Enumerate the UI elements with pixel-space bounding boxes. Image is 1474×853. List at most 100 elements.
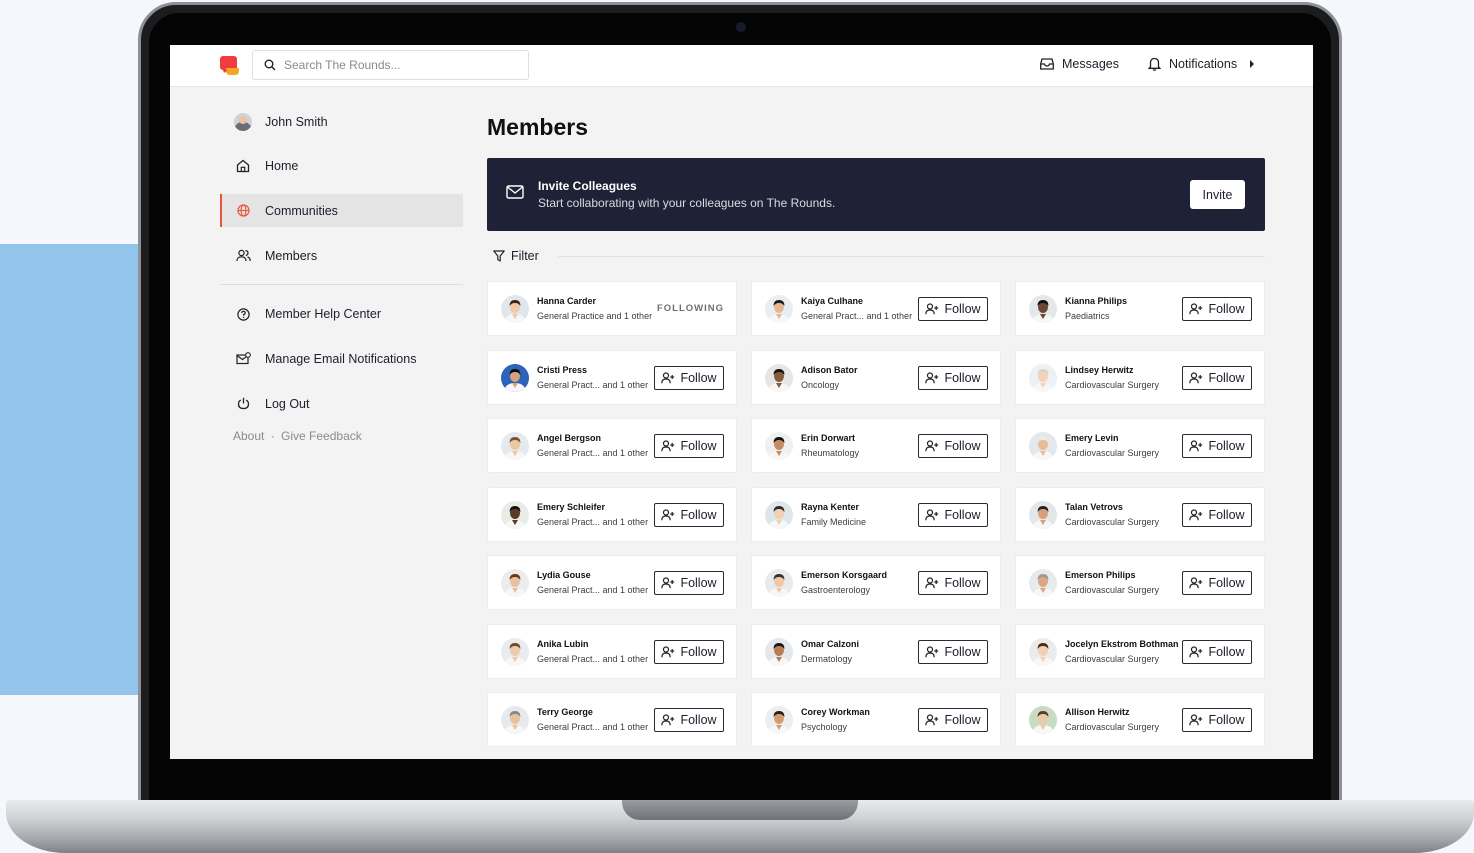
member-name[interactable]: Omar Calzoni: [801, 639, 859, 649]
follow-button[interactable]: Follow: [1182, 297, 1252, 321]
member-card[interactable]: Allison Herwitz Cardiovascular Surgery Fol…: [1015, 692, 1265, 747]
member-name[interactable]: Cristi Press: [537, 365, 587, 375]
messages-link[interactable]: Messages: [1040, 57, 1119, 71]
member-avatar[interactable]: [1029, 637, 1057, 666]
app-logo-icon[interactable]: [220, 56, 239, 75]
member-card[interactable]: Rayna Kenter Family Medicine Follow: [751, 486, 1001, 542]
member-card[interactable]: Kaiya Culhane General Pract... and 1 othe…: [751, 281, 1001, 336]
follow-button[interactable]: Follow: [1182, 639, 1252, 664]
member-avatar[interactable]: [1029, 295, 1057, 323]
member-card[interactable]: Hanna Carder General Practice and 1 other…: [487, 281, 737, 336]
member-card[interactable]: Erin Dorwart Rheumatology Follow: [751, 418, 1001, 473]
member-card[interactable]: Emery Schleifer General Pract... and 1 ot…: [487, 486, 737, 542]
notifications-link[interactable]: Notifications: [1148, 57, 1255, 71]
member-avatar[interactable]: [1029, 363, 1057, 392]
follow-button[interactable]: Follow: [1182, 502, 1252, 527]
follow-button[interactable]: Follow: [654, 502, 724, 527]
follow-button[interactable]: Follow: [1182, 434, 1252, 458]
search-box[interactable]: [252, 50, 529, 80]
member-avatar[interactable]: [1029, 500, 1057, 529]
member-card[interactable]: Corey Workman Psychology Follow: [751, 692, 1001, 747]
member-name[interactable]: Emerson Korsgaard: [801, 570, 887, 580]
member-avatar[interactable]: [501, 432, 529, 460]
member-avatar[interactable]: [765, 295, 793, 323]
member-card[interactable]: Omar Calzoni Dermatology Follow: [751, 623, 1001, 679]
sidebar-item-communities[interactable]: Communities: [220, 194, 463, 228]
member-name[interactable]: Emery Schleifer: [537, 502, 605, 512]
member-name[interactable]: Emerson Philips: [1065, 570, 1136, 580]
member-avatar[interactable]: [765, 432, 793, 460]
member-card[interactable]: Jocelyn Ekstrom Bothman Cardiovascular Su…: [1015, 623, 1265, 679]
follow-button[interactable]: Follow: [918, 571, 988, 595]
member-avatar[interactable]: [765, 363, 793, 392]
member-name[interactable]: Jocelyn Ekstrom Bothman: [1065, 639, 1179, 649]
member-avatar[interactable]: [501, 363, 529, 392]
follow-button[interactable]: Follow: [918, 365, 988, 390]
follow-button[interactable]: Follow: [918, 708, 988, 732]
member-card[interactable]: Emerson Korsgaard Gastroenterology Follow: [751, 555, 1001, 610]
follow-button[interactable]: Follow: [654, 434, 724, 458]
member-card[interactable]: Cristi Press General Pract... and 1 other…: [487, 349, 737, 405]
follow-button[interactable]: Follow: [654, 365, 724, 390]
follow-button[interactable]: Follow: [1182, 708, 1252, 732]
search-input[interactable]: [284, 56, 519, 74]
sidebar-item-home[interactable]: Home: [220, 150, 463, 183]
member-name[interactable]: Lindsey Herwitz: [1065, 365, 1134, 375]
member-card[interactable]: Emery Levin Cardiovascular Surgery Follow: [1015, 418, 1265, 473]
sidebar-item-members[interactable]: Members: [220, 239, 463, 272]
sidebar-item-email-notifications[interactable]: Manage Email Notifications: [220, 342, 463, 375]
sidebar-item-log-out[interactable]: Log Out: [220, 387, 463, 420]
invite-button[interactable]: Invite: [1190, 180, 1245, 209]
member-card[interactable]: Adison Bator Oncology Follow: [751, 349, 1001, 405]
follow-button[interactable]: Follow: [1182, 571, 1252, 595]
member-name[interactable]: Corey Workman: [801, 707, 870, 717]
member-avatar[interactable]: [501, 637, 529, 666]
member-name[interactable]: Adison Bator: [801, 365, 858, 375]
sidebar-item-profile[interactable]: John Smith: [220, 105, 463, 138]
member-name[interactable]: Talan Vetrovs: [1065, 502, 1123, 512]
member-avatar[interactable]: [765, 500, 793, 529]
member-name[interactable]: Rayna Kenter: [801, 502, 859, 512]
member-avatar[interactable]: [765, 706, 793, 734]
follow-button[interactable]: Follow: [654, 708, 724, 732]
member-name[interactable]: Angel Bergson: [537, 433, 601, 443]
about-link[interactable]: About: [233, 429, 264, 443]
filter-button[interactable]: Filter: [493, 249, 539, 263]
sidebar-item-help-center[interactable]: Member Help Center: [220, 298, 463, 331]
member-card[interactable]: Emerson Philips Cardiovascular Surgery Fol…: [1015, 555, 1265, 610]
member-card[interactable]: Lindsey Herwitz Cardiovascular Surgery Fol…: [1015, 349, 1265, 405]
member-avatar[interactable]: [765, 637, 793, 666]
follow-button[interactable]: Follow: [918, 434, 988, 458]
member-card[interactable]: Terry George General Pract... and 1 other…: [487, 692, 737, 747]
member-name[interactable]: Terry George: [537, 707, 593, 717]
member-avatar[interactable]: [501, 569, 529, 597]
member-avatar[interactable]: [1029, 706, 1057, 734]
member-avatar[interactable]: [1029, 432, 1057, 460]
member-avatar[interactable]: [1029, 569, 1057, 597]
member-card[interactable]: Anika Lubin General Pract... and 1 other F…: [487, 623, 737, 679]
follow-button[interactable]: Follow: [918, 502, 988, 527]
member-card[interactable]: Talan Vetrovs Cardiovascular Surgery Follo…: [1015, 486, 1265, 542]
member-name[interactable]: Lydia Gouse: [537, 570, 591, 580]
member-name[interactable]: Hanna Carder: [537, 296, 596, 306]
member-card[interactable]: Angel Bergson General Pract... and 1 othe…: [487, 418, 737, 473]
give-feedback-link[interactable]: Give Feedback: [281, 429, 362, 443]
member-name[interactable]: Anika Lubin: [537, 639, 589, 649]
follow-button[interactable]: Follow: [918, 297, 988, 321]
follow-button[interactable]: Follow: [1182, 365, 1252, 390]
member-avatar[interactable]: [501, 500, 529, 529]
member-name[interactable]: Kianna Philips: [1065, 296, 1127, 306]
member-name[interactable]: Erin Dorwart: [801, 433, 855, 443]
member-avatar[interactable]: [501, 295, 529, 323]
member-card[interactable]: Lydia Gouse General Pract... and 1 other F…: [487, 555, 737, 610]
member-name[interactable]: Emery Levin: [1065, 433, 1119, 443]
following-status[interactable]: FOLLOWING: [657, 303, 724, 314]
member-avatar[interactable]: [501, 706, 529, 734]
member-name[interactable]: Allison Herwitz: [1065, 707, 1130, 717]
follow-button[interactable]: Follow: [654, 571, 724, 595]
follow-button[interactable]: Follow: [654, 639, 724, 664]
member-card[interactable]: Kianna Philips Paediatrics Follow: [1015, 281, 1265, 336]
member-avatar[interactable]: [765, 569, 793, 597]
follow-button[interactable]: Follow: [918, 639, 988, 664]
member-name[interactable]: Kaiya Culhane: [801, 296, 863, 306]
